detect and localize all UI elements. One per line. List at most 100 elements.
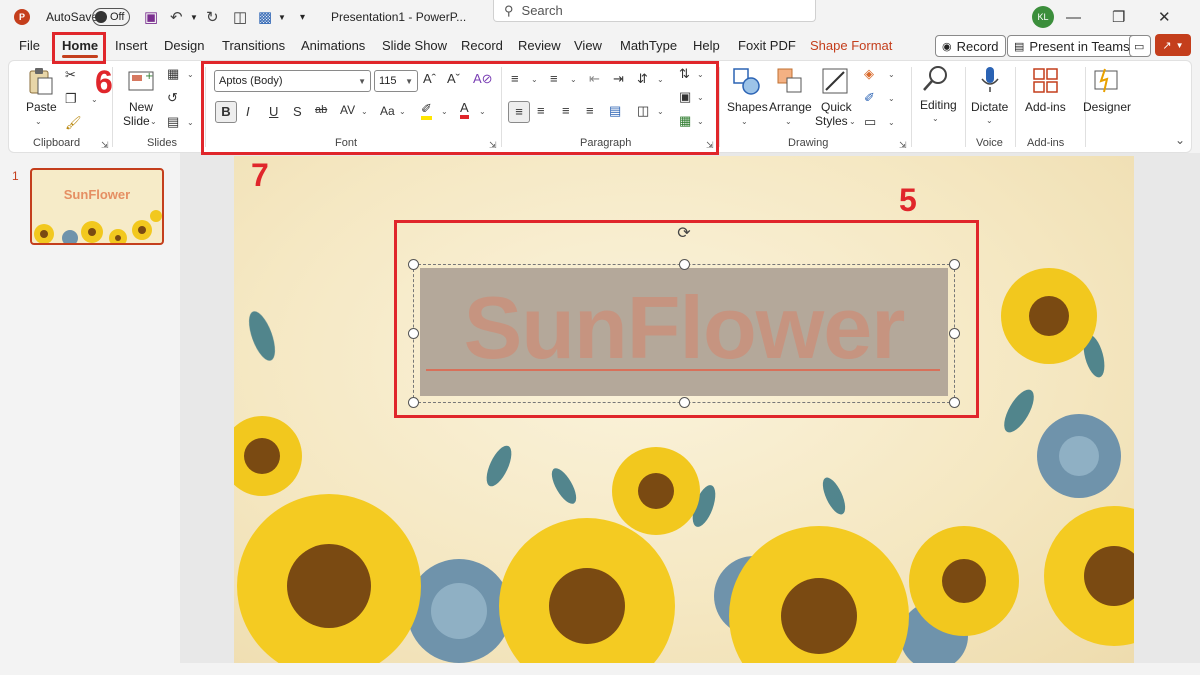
tab-view[interactable]: View — [574, 38, 602, 53]
slide-thumbnail[interactable]: SunFlower — [30, 168, 164, 245]
layout-icon[interactable]: ▩ — [258, 0, 272, 34]
search-box[interactable]: ⚲ Search — [493, 0, 816, 22]
slides-group-label: Slides — [147, 137, 177, 149]
designer-label: Designer — [1083, 100, 1132, 114]
designer-icon[interactable] — [1091, 65, 1121, 95]
copy-icon[interactable]: ❐ — [65, 91, 77, 107]
format-painter-icon[interactable]: 🖌 — [65, 115, 82, 131]
thumbnail-sunflowers-image — [34, 210, 162, 243]
editing-search-icon[interactable] — [921, 64, 951, 94]
annotation-box-text-box — [394, 220, 979, 418]
shape-outline-icon[interactable]: ✐ — [864, 90, 875, 106]
slide-thumbnail-panel: 1 SunFlower — [0, 153, 180, 675]
search-placeholder: Search — [521, 3, 563, 18]
drawing-launcher-icon[interactable]: ⇲ — [899, 140, 907, 151]
powerpoint-icon: P — [14, 9, 30, 25]
user-avatar[interactable]: KL — [1032, 0, 1054, 34]
record-icon: ◉ — [942, 40, 952, 53]
quick-styles-label-2: Styles — [815, 114, 848, 128]
reset-slide-icon[interactable]: ↺ — [167, 90, 178, 106]
shape-fill-icon[interactable]: ◈ — [864, 66, 874, 82]
horizontal-scrollbar[interactable] — [180, 663, 1200, 675]
slide-number: 1 — [12, 169, 19, 183]
paste-label: Paste — [26, 100, 57, 114]
layout-slide-icon[interactable]: ▦ — [167, 66, 179, 82]
clipboard-launcher-icon[interactable]: ⇲ — [101, 140, 109, 151]
share-button[interactable]: ↗ ▼ — [1155, 34, 1191, 56]
tab-slide-show[interactable]: Slide Show — [382, 38, 447, 53]
quick-styles-label-1: Quick — [821, 100, 852, 114]
shapes-dropdown-icon[interactable]: ⌄ — [741, 117, 748, 126]
svg-text:+: + — [145, 71, 153, 82]
share-icon: ↗ — [1162, 39, 1172, 52]
new-slide-label-1: New — [129, 100, 154, 114]
cut-icon[interactable]: ✂ — [65, 67, 76, 83]
save-icon[interactable]: ▣ — [144, 0, 158, 34]
arrange-dropdown-icon[interactable]: ⌄ — [785, 117, 792, 126]
new-slide-dropdown-icon[interactable]: ⌄ — [150, 117, 157, 126]
microphone-icon[interactable] — [975, 65, 1005, 95]
shape-fill-dropdown-icon[interactable]: ⌄ — [888, 70, 895, 79]
present-from-start-icon[interactable]: ◫ — [233, 0, 247, 34]
tab-insert[interactable]: Insert — [115, 38, 148, 53]
collapse-ribbon-icon[interactable]: ⌄ — [1175, 133, 1185, 147]
undo-dropdown-icon[interactable]: ▼ — [190, 0, 198, 34]
dictate-dropdown-icon[interactable]: ⌄ — [986, 116, 993, 125]
teams-icon: ▤ — [1014, 40, 1025, 53]
editing-dropdown-icon[interactable]: ⌄ — [932, 114, 939, 123]
shapes-icon[interactable] — [731, 66, 761, 96]
paste-icon[interactable] — [25, 66, 55, 96]
dictate-label: Dictate — [971, 100, 1009, 114]
new-slide-label-2: Slide — [123, 114, 150, 128]
document-title: Presentation1 - PowerP... — [331, 10, 467, 24]
tab-review[interactable]: Review — [518, 38, 561, 53]
record-button[interactable]: ◉ Record — [935, 35, 1006, 57]
minimize-icon[interactable]: — — [1066, 0, 1106, 34]
redo-icon[interactable]: ↻ — [206, 0, 219, 34]
shape-outline-dropdown-icon[interactable]: ⌄ — [888, 94, 895, 103]
tab-record[interactable]: Record — [461, 38, 503, 53]
present-in-teams-button[interactable]: ▤ Present in Teams — [1007, 35, 1137, 57]
close-icon[interactable]: ✕ — [1158, 0, 1198, 34]
tab-transitions[interactable]: Transitions — [222, 38, 285, 53]
layout-dropdown-icon[interactable]: ▼ — [278, 0, 286, 34]
separator — [1015, 67, 1016, 147]
section-icon[interactable]: ▤ — [167, 114, 179, 130]
annotation-number-5: 5 — [899, 182, 917, 218]
quick-styles-dropdown-icon[interactable]: ⌄ — [849, 117, 856, 126]
tab-help[interactable]: Help — [693, 38, 720, 53]
quick-styles-icon[interactable] — [820, 66, 850, 96]
separator — [911, 67, 912, 147]
annotation-box-font-paragraph — [201, 61, 719, 155]
addins-icon[interactable] — [1031, 66, 1061, 96]
arrange-label: Arrange — [769, 100, 812, 114]
tab-mathtype[interactable]: MathType — [620, 38, 677, 53]
arrange-icon[interactable] — [775, 66, 805, 96]
share-dropdown-icon: ▼ — [1175, 40, 1184, 50]
tab-foxit-pdf[interactable]: Foxit PDF — [738, 38, 796, 53]
autosave-state: Off — [110, 11, 125, 23]
separator — [965, 67, 966, 147]
title-bar: P AutoSave Off ▣ ↶ ▼ ↻ ◫ ▩ ▼ ▾ Presentat… — [0, 0, 1200, 34]
addins-group-label: Add-ins — [1027, 137, 1065, 149]
annotation-number-7: 7 — [251, 157, 269, 193]
new-slide-icon[interactable]: + — [126, 66, 156, 96]
paste-dropdown-icon[interactable]: ⌄ — [35, 117, 42, 126]
tab-file[interactable]: File — [19, 38, 40, 53]
comments-button[interactable]: ▭ — [1129, 35, 1151, 57]
voice-group-label: Voice — [976, 137, 1003, 149]
section-dropdown-icon[interactable]: ⌄ — [187, 118, 194, 127]
restore-icon[interactable]: ❐ — [1112, 0, 1152, 34]
annotation-number-6: 6 — [95, 64, 113, 100]
customize-toolbar-icon[interactable]: ▾ — [300, 0, 305, 34]
tab-design[interactable]: Design — [164, 38, 204, 53]
shape-effects-icon[interactable]: ▭ — [864, 114, 876, 130]
drawing-group-label: Drawing — [788, 137, 829, 149]
tab-animations[interactable]: Animations — [301, 38, 365, 53]
undo-icon[interactable]: ↶ — [170, 0, 183, 34]
shape-effects-dropdown-icon[interactable]: ⌄ — [888, 118, 895, 127]
layout-slide-dropdown-icon[interactable]: ⌄ — [187, 70, 194, 79]
autosave-toggle[interactable]: Off — [92, 0, 130, 34]
toggle-knob — [95, 11, 107, 23]
tab-shape-format[interactable]: Shape Format — [810, 38, 892, 53]
